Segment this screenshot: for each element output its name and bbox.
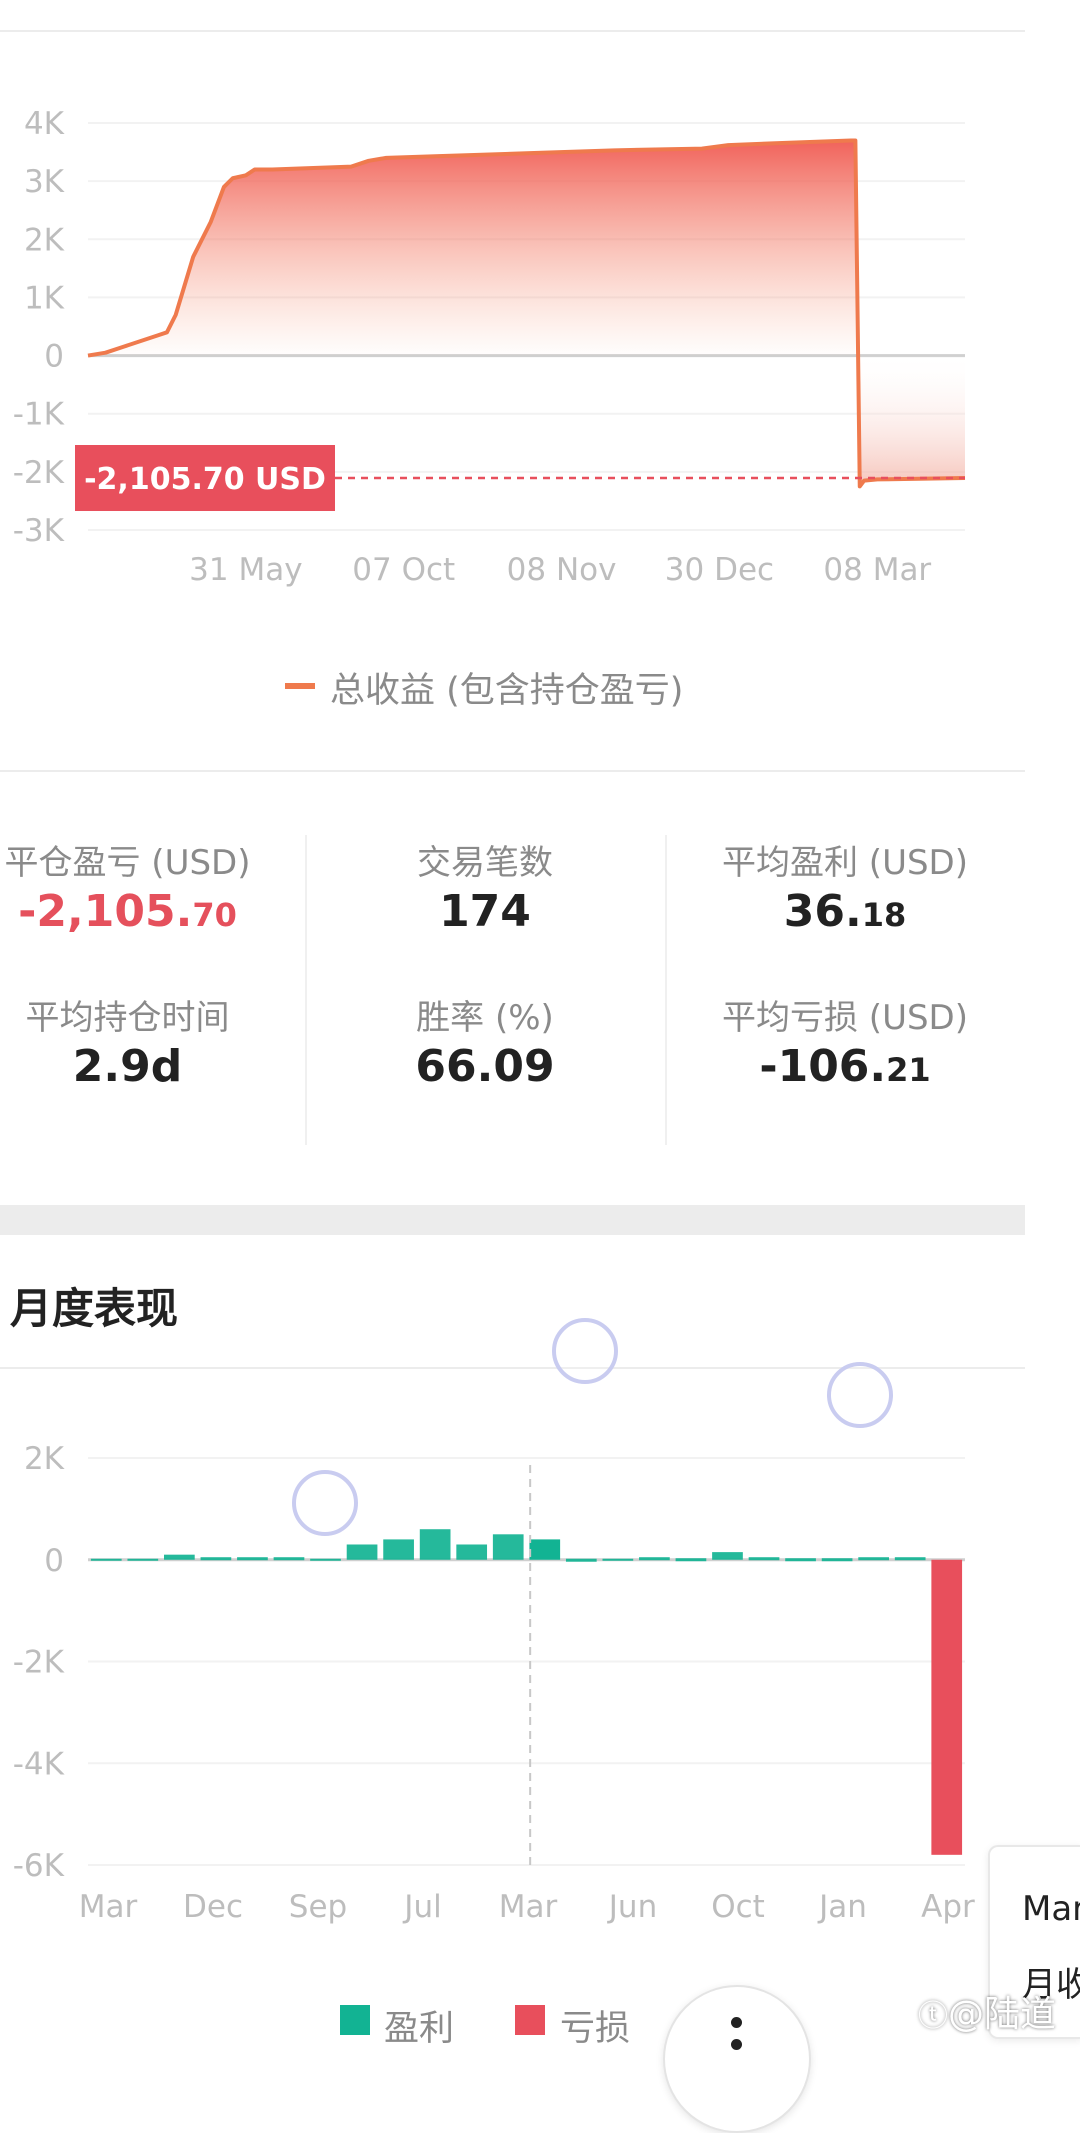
y-tick-label: 2K <box>24 222 65 258</box>
bar <box>383 1539 414 1560</box>
avg-hold-label: 平均持仓时间 <box>25 998 230 1038</box>
win-rate-label: 胜率 (%) <box>416 998 554 1038</box>
total-pnl-area-chart: 4K 3K 2K 1K 0 -1K -2K -3K -2,105.70 USD 31 May 07 … <box>13 106 966 588</box>
x-tick-label: 31 May <box>189 552 302 588</box>
legend-loss-swatch <box>515 2005 545 2035</box>
section-separator <box>0 1205 1025 1235</box>
bar <box>200 1557 232 1561</box>
bar <box>127 1558 159 1561</box>
bar <box>273 1557 305 1561</box>
avg-profit-label: 平均盈利 (USD) <box>722 843 968 883</box>
avg-profit-value: 36.18 <box>783 886 907 937</box>
dot-icon <box>731 2017 742 2028</box>
watermark: ⓣ@陆道 <box>918 1994 1057 2035</box>
y-tick-label: -2K <box>13 1645 65 1681</box>
win-rate-value: 66.09 <box>415 1041 555 1092</box>
y-tick-label: 1K <box>24 280 65 316</box>
stats-divider-2 <box>665 835 667 1145</box>
more-button[interactable] <box>663 1985 811 2133</box>
x-tick-label: Dec <box>183 1889 243 1925</box>
x-tick-label: Mar <box>79 1889 138 1925</box>
trade-count-value: 174 <box>439 886 531 937</box>
legend-loss-label: 亏损 <box>560 2009 631 2049</box>
bar <box>858 1557 889 1561</box>
legend-line-swatch <box>285 683 315 689</box>
current-value-label: -2,105.70 USD <box>84 462 326 497</box>
y-tick-label: 2K <box>24 1441 65 1477</box>
y-tick-label: -4K <box>13 1746 65 1782</box>
x-tick-label: Jun <box>607 1889 657 1925</box>
tooltip-month: Mar <box>1022 1889 1080 1929</box>
bar <box>712 1552 743 1560</box>
bar <box>492 1534 524 1560</box>
bar <box>456 1544 488 1560</box>
y-tick-label: 0 <box>44 339 64 375</box>
stats-divider-1 <box>305 835 307 1145</box>
x-tick-label: Sep <box>289 1889 347 1925</box>
bar <box>529 1539 561 1560</box>
closed-pnl-label: 平仓盈亏 (USD) <box>4 843 251 883</box>
x-tick-label: Jan <box>817 1889 867 1925</box>
bar <box>310 1558 341 1561</box>
bar <box>785 1558 816 1562</box>
legend-profit-label: 盈利 <box>384 2009 455 2049</box>
bar <box>748 1557 780 1561</box>
bar <box>602 1558 634 1561</box>
y-tick-label: 0 <box>44 1543 64 1579</box>
monthly-performance-title: 月度表现 <box>10 1284 179 1333</box>
bar <box>237 1557 268 1561</box>
touch-indicator <box>552 1318 618 1384</box>
x-tick-label: Jul <box>402 1889 441 1925</box>
bar <box>164 1554 195 1560</box>
area-negative <box>859 355 965 487</box>
area-positive <box>88 140 856 356</box>
avg-loss-value: -106.21 <box>759 1041 931 1092</box>
dot-icon <box>731 2039 742 2050</box>
monthly-bar-chart[interactable]: 2K 0 -2K -4K -6K Mar Dec Sep Jul Mar Jun Oct Jan Apr <box>0 1380 1080 1925</box>
bar <box>639 1557 670 1561</box>
y-tick-label: -3K <box>13 513 65 549</box>
avg-hold-value: 2.9d <box>72 1041 183 1092</box>
y-tick-label: 3K <box>24 164 65 200</box>
bar <box>419 1529 451 1560</box>
touch-indicator <box>292 1470 358 1536</box>
trade-count-label: 交易笔数 <box>417 843 553 883</box>
bar <box>894 1557 926 1561</box>
bar <box>346 1544 378 1560</box>
bar <box>90 1558 122 1561</box>
section-divider <box>0 770 1025 772</box>
x-tick-label: Mar <box>499 1889 558 1925</box>
bar <box>675 1558 707 1562</box>
bar <box>931 1559 963 1855</box>
x-tick-label: 08 Nov <box>507 552 617 588</box>
closed-pnl-value: -2,105.70 <box>18 886 237 937</box>
x-tick-label: 08 Mar <box>823 552 931 588</box>
legend-profit-swatch <box>340 2005 370 2035</box>
y-tick-label: -1K <box>13 397 65 433</box>
avg-loss-label: 平均亏损 (USD) <box>722 998 968 1038</box>
y-tick-label: -2K <box>13 455 65 491</box>
y-tick-label: -6K <box>13 1848 65 1884</box>
bar <box>821 1558 853 1562</box>
x-tick-label: Apr <box>921 1889 975 1925</box>
y-tick-label: 4K <box>24 106 65 142</box>
bar <box>565 1558 597 1562</box>
x-tick-label: 30 Dec <box>665 552 774 588</box>
x-tick-label: Oct <box>711 1889 765 1925</box>
legend-line-label: 总收益 (包含持仓盈亏) <box>330 671 684 711</box>
touch-indicator <box>827 1362 893 1428</box>
x-tick-label: 07 Oct <box>352 552 455 588</box>
